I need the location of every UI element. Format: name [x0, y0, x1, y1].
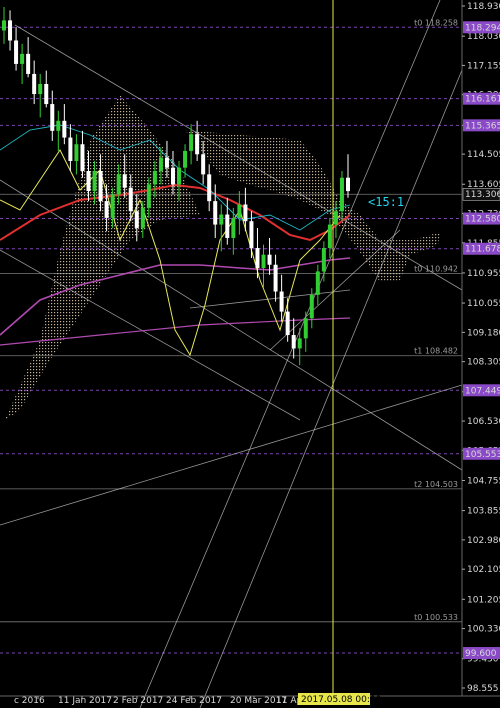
- candle-body-9: [56, 120, 61, 131]
- candle-body-42: [255, 248, 260, 269]
- price-label-5: 111.678: [465, 245, 500, 255]
- price-label-0: 118.294: [465, 23, 500, 33]
- candle-body-14: [86, 171, 91, 192]
- candle-body-4: [26, 53, 31, 74]
- x-tick-label-3: 24 Feb 2017: [166, 696, 222, 706]
- candle-body-27: [164, 157, 169, 168]
- price-label-1: 116.161: [465, 95, 500, 105]
- candle-body-6: [38, 83, 43, 95]
- candle-body-0: [2, 20, 6, 31]
- candle-body-10: [62, 120, 67, 138]
- candle-body-18: [110, 194, 115, 218]
- candle-body-33: [201, 154, 206, 175]
- candle-body-7: [44, 83, 49, 105]
- candle-body-19: [116, 174, 121, 195]
- candle-body-13: [80, 144, 85, 172]
- price-label-8: 99.600: [465, 649, 497, 659]
- y-tick-label-17: 103.855: [467, 507, 500, 517]
- price-label-7: 105.553: [465, 450, 500, 460]
- y-tick-label-1: 118.030: [467, 32, 500, 42]
- candle-body-2: [14, 40, 19, 64]
- cursor-time-label: 2017.05.08 00:00: [301, 695, 382, 705]
- level-label-11: t0 100.533: [414, 613, 458, 622]
- candle-body-8: [50, 104, 55, 131]
- chart-canvas: t0 118.258t0 110.942t1 108.482t2 104.503…: [0, 0, 500, 708]
- price-label-6: 107.449: [465, 386, 500, 396]
- candle-body-11: [68, 137, 73, 161]
- candle-body-45: [273, 264, 278, 292]
- candle-body-36: [219, 214, 224, 225]
- candle-body-28: [170, 167, 175, 185]
- candle-body-22: [134, 211, 139, 228]
- price-label-4: 112.580: [465, 215, 500, 225]
- candle-body-37: [225, 214, 230, 238]
- candle-body-56: [339, 177, 344, 212]
- y-tick-label-10: 110.055: [467, 299, 500, 309]
- candle-body-39: [237, 204, 242, 218]
- candle-body-41: [249, 221, 254, 249]
- y-tick-label-0: 118.930: [467, 2, 500, 12]
- y-tick-label-14: 106.530: [467, 417, 500, 427]
- candle-body-23: [140, 207, 145, 228]
- y-tick-label-21: 100.330: [467, 625, 500, 635]
- candle-body-26: [158, 157, 163, 172]
- x-tick-label-0: c 2016: [14, 696, 45, 706]
- y-tick-label-23: 98.555: [467, 684, 499, 694]
- y-tick-label-20: 101.205: [467, 595, 500, 605]
- annotation-ratio: <15:1: [368, 195, 404, 209]
- candle-body-57: [346, 177, 350, 192]
- level-label-7: t1 108.482: [414, 347, 458, 356]
- candle-body-25: [152, 171, 157, 185]
- candle-body-53: [321, 248, 326, 272]
- x-tick-label-2: 2 Feb 2017: [113, 696, 163, 706]
- level-label-0: t0 118.258: [414, 18, 458, 27]
- y-tick-label-11: 109.180: [467, 328, 500, 338]
- candle-body-31: [189, 134, 194, 151]
- level-label-10: t2 104.503: [414, 480, 458, 489]
- y-tick-label-12: 108.305: [467, 358, 500, 368]
- candle-body-48: [291, 335, 296, 349]
- y-tick-label-2: 117.155: [467, 61, 500, 71]
- candle-body-3: [20, 53, 25, 64]
- candle-body-47: [285, 311, 290, 336]
- candle-body-51: [309, 294, 314, 319]
- candle-body-43: [261, 254, 266, 269]
- y-tick-label-19: 102.105: [467, 565, 500, 575]
- candle-body-24: [146, 184, 151, 208]
- candle-body-50: [303, 318, 308, 339]
- candle-body-5: [32, 73, 37, 95]
- candle-body-46: [279, 291, 284, 312]
- candle-body-55: [333, 211, 338, 225]
- candle-body-21: [128, 187, 133, 212]
- candle-body-34: [207, 174, 212, 202]
- candle-body-49: [297, 338, 302, 349]
- candle-body-54: [327, 224, 332, 249]
- price-label-2: 115.365: [465, 121, 500, 131]
- candle-body-16: [98, 171, 103, 202]
- candle-body-35: [213, 201, 218, 225]
- y-tick-label-18: 102.980: [467, 536, 500, 546]
- candle-body-1: [8, 20, 13, 41]
- y-tick-label-5: 114.505: [467, 150, 500, 160]
- y-tick-label-16: 104.755: [467, 476, 500, 486]
- candle-body-12: [74, 144, 79, 161]
- candle-body-20: [122, 174, 127, 188]
- candle-body-44: [267, 254, 272, 265]
- candle-body-32: [195, 134, 200, 155]
- candle-body-38: [231, 217, 236, 238]
- candle-body-30: [183, 150, 188, 168]
- candle-body-17: [104, 201, 109, 218]
- candle-body-29: [177, 167, 182, 185]
- price-label-3: 113.306: [465, 190, 500, 200]
- candle-body-15: [92, 171, 97, 192]
- candle-body-52: [315, 271, 320, 295]
- y-tick-label-9: 110.955: [467, 269, 500, 279]
- x-tick-label-1: 11 Jan 2017: [58, 696, 112, 706]
- candle-body-40: [243, 204, 248, 222]
